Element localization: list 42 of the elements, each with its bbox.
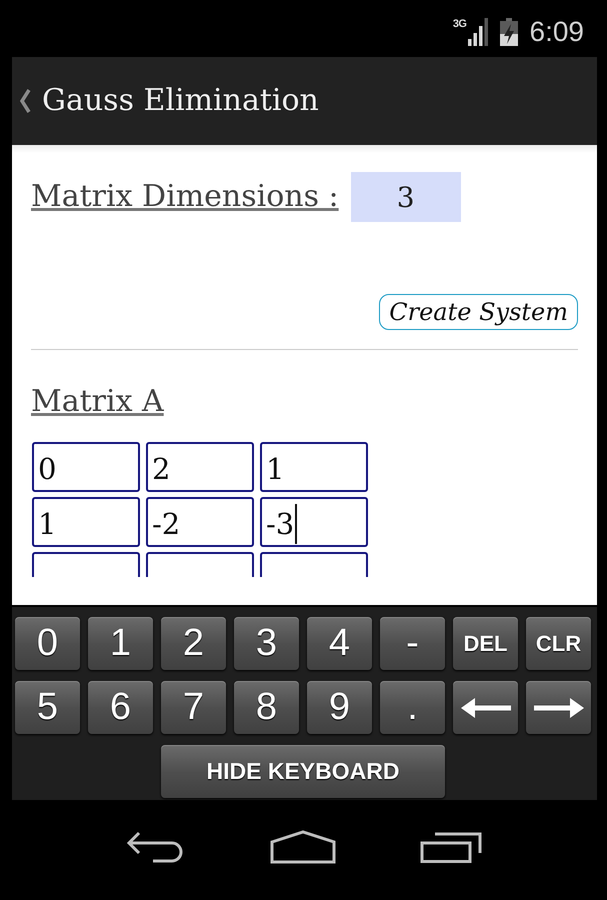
network-type-label: 3G (452, 18, 466, 30)
keypad-key[interactable]: . (380, 681, 445, 734)
dimension-input-field[interactable]: 3 (350, 172, 461, 222)
matrix-cell-field[interactable]: 1 (260, 442, 368, 492)
back-chevron-icon[interactable] (19, 88, 31, 114)
matrix-cell-field[interactable]: -2 (146, 497, 254, 547)
keypad-key[interactable]: 1 (88, 617, 153, 670)
battery-charging-icon (500, 18, 518, 46)
keypad-key[interactable]: 3 (234, 617, 299, 670)
matrix-cell-field[interactable]: 2 (146, 442, 254, 492)
matrix-cell-field[interactable] (260, 552, 368, 577)
keypad-key[interactable]: 5 (15, 681, 80, 734)
clock-time: 6:09 (530, 16, 584, 48)
arrow-right-icon (534, 698, 584, 718)
screen-title: Gauss Elimination (42, 83, 319, 119)
command-key[interactable]: CLR (526, 617, 591, 670)
keypad-key[interactable]: 9 (307, 681, 372, 734)
keypad-key[interactable]: 6 (88, 681, 153, 734)
command-key[interactable]: DEL (453, 617, 518, 670)
recent-apps-icon[interactable] (420, 831, 482, 863)
keypad-key[interactable]: 7 (161, 681, 226, 734)
create-system-button[interactable]: Create System (379, 294, 578, 330)
keypad-key[interactable]: 2 (161, 617, 226, 670)
matrix-title: Matrix A (31, 384, 164, 420)
cursor-left-key[interactable] (453, 681, 518, 734)
home-icon[interactable] (270, 830, 336, 864)
keypad-key[interactable]: 0 (15, 617, 80, 670)
keypad-key[interactable]: - (380, 617, 445, 670)
matrix-cell-field[interactable]: 1 (32, 497, 140, 547)
matrix-cell-field[interactable]: 0 (32, 442, 140, 492)
keypad-key[interactable]: 4 (307, 617, 372, 670)
matrix-cell-field[interactable]: -3 (260, 497, 368, 547)
hide-keyboard-button[interactable]: HIDE KEYBOARD (161, 745, 445, 798)
matrix-cell-field[interactable] (146, 552, 254, 577)
text-cursor-icon (295, 504, 298, 544)
dimensions-label: Matrix Dimensions : (31, 179, 339, 215)
arrow-left-icon (460, 698, 510, 718)
signal-strength-icon (468, 18, 488, 46)
back-icon[interactable] (126, 831, 186, 863)
cursor-right-key[interactable] (526, 681, 591, 734)
matrix-cell-field[interactable] (32, 552, 140, 577)
keypad-key[interactable]: 8 (234, 681, 299, 734)
